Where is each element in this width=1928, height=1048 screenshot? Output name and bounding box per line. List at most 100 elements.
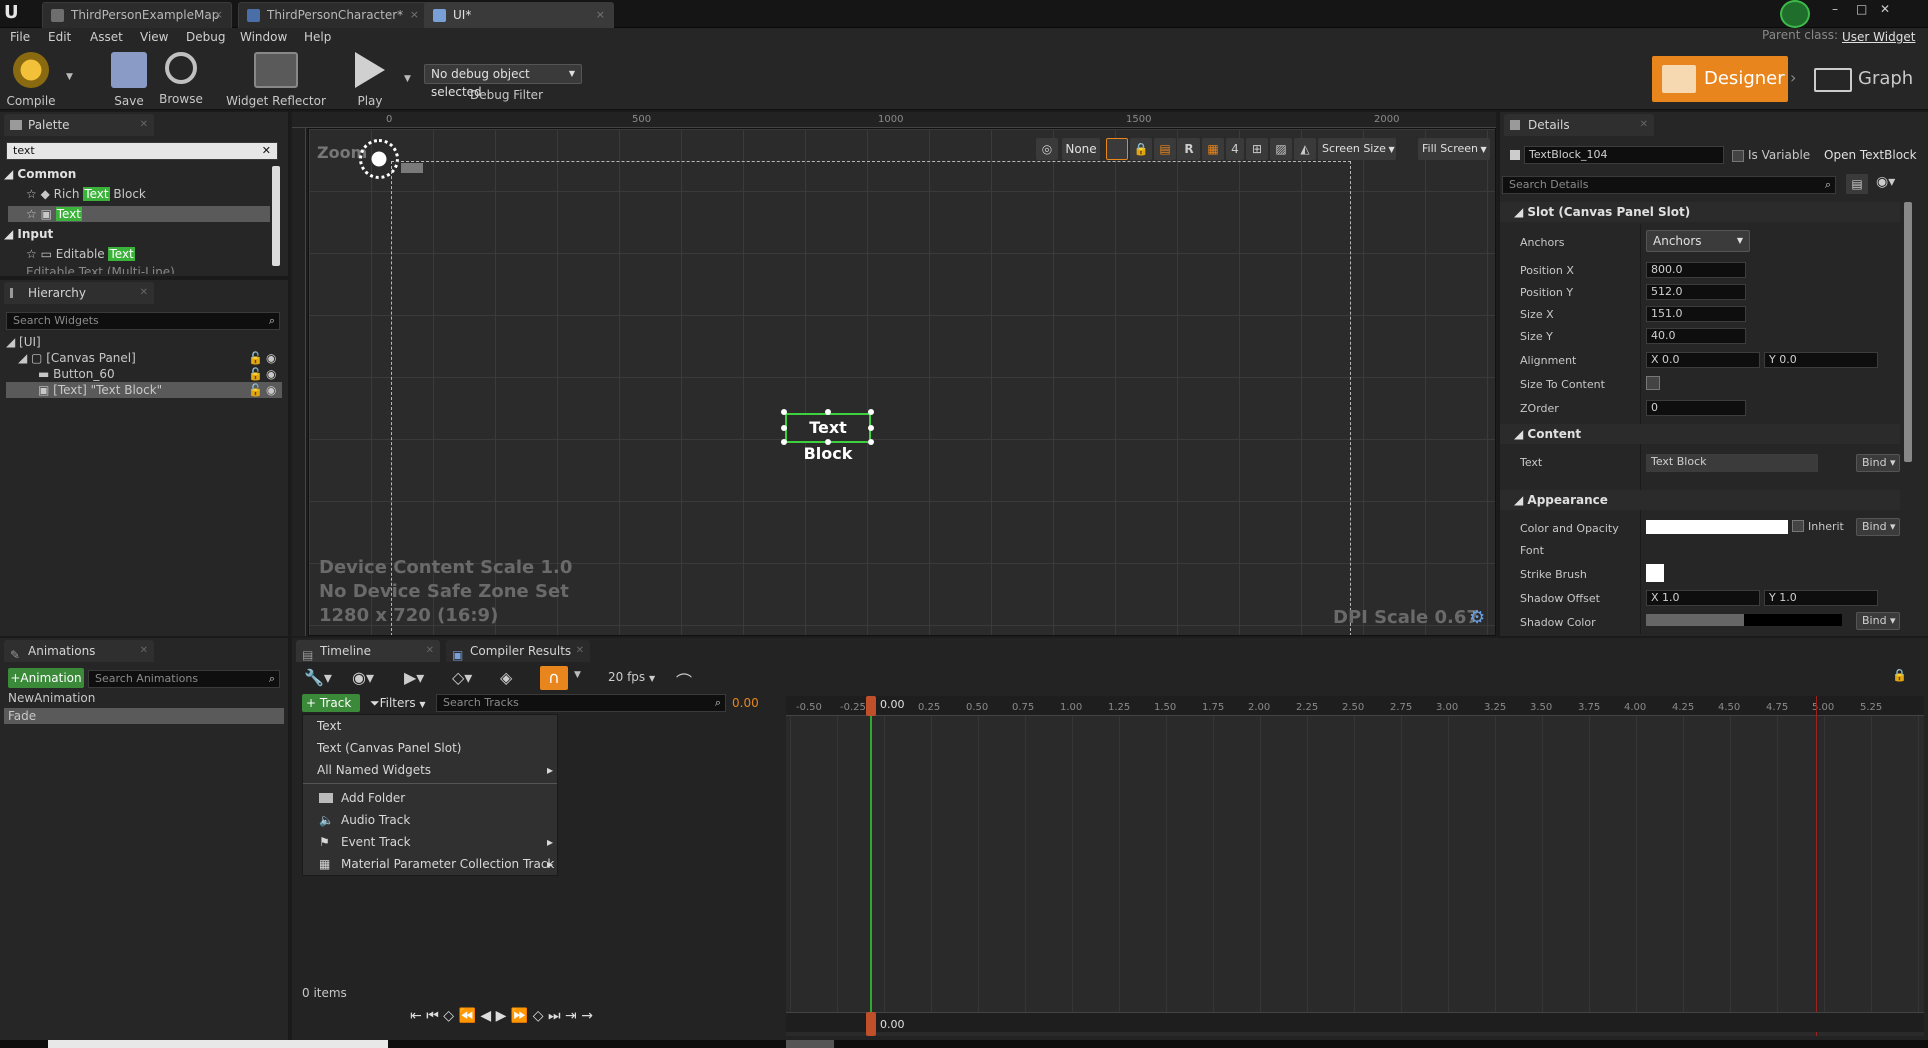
palette-item-text[interactable]: ☆ ▣ Text [8, 206, 270, 222]
lock-icon[interactable]: 🔓 [248, 382, 263, 398]
view-eye-icon[interactable]: ◉▾ [352, 668, 374, 687]
alignment-y-field[interactable]: Y 0.0 [1764, 352, 1878, 368]
strike-brush-swatch[interactable] [1646, 564, 1664, 582]
details-tab[interactable]: Details ✕ [1504, 114, 1654, 136]
close-icon[interactable]: ✕ [426, 640, 434, 662]
image-icon[interactable]: ▨ [1270, 138, 1292, 160]
clear-icon[interactable]: ✕ [262, 143, 271, 159]
zorder-field[interactable]: 0 [1646, 400, 1746, 416]
hierarchy-canvas-panel[interactable]: ◢ ▢ [Canvas Panel] 🔓 ◉ [18, 350, 278, 366]
fill-screen-dropdown[interactable]: Fill Screen ▼ [1418, 138, 1490, 160]
eye-icon[interactable]: ◉ [266, 350, 276, 366]
eye-icon[interactable]: ◉ [266, 382, 276, 398]
menu-file[interactable]: File [10, 30, 30, 44]
auto-key-icon[interactable]: ◈ [500, 668, 512, 687]
grid-size-button[interactable]: 4 [1226, 138, 1244, 160]
add-animation-button[interactable]: +Animation [8, 668, 84, 688]
close-icon[interactable]: ✕ [576, 640, 584, 662]
animations-search-input[interactable]: Search Animations ⌕ [88, 670, 280, 688]
shadow-offset-x-field[interactable]: X 1.0 [1646, 590, 1760, 606]
section-slot[interactable]: ◢ Slot (Canvas Panel Slot) [1500, 202, 1900, 222]
resize-handle[interactable] [825, 439, 831, 445]
loop-icon[interactable]: → [581, 1008, 593, 1024]
compile-button[interactable]: Compile [6, 52, 56, 108]
position-x-field[interactable]: 800.0 [1646, 262, 1746, 278]
play-reverse-icon[interactable]: ◀ [480, 1008, 491, 1024]
dpi-settings-gear-icon[interactable]: ⚙ [1469, 607, 1485, 628]
snap-magnet-button[interactable]: ∩ [540, 666, 568, 690]
grid-icon[interactable]: ▦ [1202, 138, 1224, 160]
playhead-marker[interactable] [866, 696, 876, 716]
step-back-frame-icon[interactable]: ⏪ [458, 1008, 475, 1024]
inherit-checkbox[interactable] [1792, 520, 1804, 532]
section-content[interactable]: ◢ Content [1500, 424, 1900, 444]
text-property-field[interactable]: Text Block [1646, 454, 1818, 472]
next-key-icon[interactable]: ◇ [533, 1008, 544, 1024]
close-icon[interactable]: × [410, 3, 419, 27]
color-bind-button[interactable]: Bind ▾ [1856, 518, 1900, 536]
menu-item-all-named-widgets[interactable]: All Named Widgets ▸ [303, 759, 559, 781]
scrollbar[interactable] [272, 166, 280, 266]
tab-thirdpersonexamplemap[interactable]: ThirdPersonExampleMap × [42, 2, 232, 28]
resize-handle[interactable] [868, 409, 874, 415]
palette-item-editable-text[interactable]: ☆ ▭ Editable Text [26, 246, 274, 262]
fit-icon[interactable]: ⊞ [1246, 138, 1268, 160]
compile-options-chevron-icon[interactable]: ▼ [66, 72, 73, 82]
snap-options-chevron-icon[interactable]: ▼ [574, 670, 581, 680]
view-options-icon[interactable]: ▤ [1846, 174, 1868, 194]
step-forward-frame-icon[interactable]: ⏩ [511, 1008, 528, 1024]
jump-start-icon[interactable]: ⇤ [410, 1008, 422, 1024]
animations-tab[interactable]: ✎ Animations ✕ [4, 640, 154, 662]
is-variable-checkbox[interactable] [1732, 150, 1744, 162]
hierarchy-tab[interactable]: Hierarchy ✕ [4, 282, 154, 304]
menu-item-audio-track[interactable]: 🔈 Audio Track [303, 809, 559, 831]
visibility-eye-icon[interactable]: ◉▾ [1876, 174, 1906, 194]
lock-icon[interactable]: 🔓 [248, 350, 263, 366]
palette-item-editable-text-multiline[interactable]: Editable Text (Multi-Line) [26, 264, 274, 274]
position-y-field[interactable]: 512.0 [1646, 284, 1746, 300]
play-options-chevron-icon[interactable]: ▼ [404, 74, 411, 84]
curve-editor-icon[interactable]: ⌒ [676, 668, 692, 692]
shadow-color-bind-button[interactable]: Bind ▾ [1856, 612, 1900, 630]
add-track-button[interactable]: + Track ▼ [302, 694, 360, 727]
browse-button[interactable]: Browse [156, 52, 206, 106]
shadow-offset-y-field[interactable]: Y 1.0 [1764, 590, 1878, 606]
maximize-button[interactable]: □ [1856, 2, 1870, 16]
parent-class-value[interactable]: User Widget [1842, 30, 1915, 44]
palette-category-input[interactable]: ◢ Input [4, 226, 274, 242]
close-icon[interactable]: ✕ [140, 114, 148, 136]
menu-edit[interactable]: Edit [48, 30, 71, 44]
track-search-input[interactable]: Search Tracks ⌕ [436, 694, 726, 712]
menu-help[interactable]: Help [304, 30, 331, 44]
palette-search-input[interactable]: text ✕ [6, 142, 278, 160]
palette-tab[interactable]: Palette ✕ [4, 114, 154, 136]
animation-item[interactable]: Fade [4, 708, 284, 724]
step-forward-icon[interactable]: ⏭ [548, 1008, 561, 1024]
menu-item-add-folder[interactable]: Add Folder [303, 787, 559, 809]
menu-item-canvas-slot[interactable]: Text (Canvas Panel Slot) [303, 737, 559, 759]
playback-icon[interactable]: ▶▾ [404, 668, 424, 687]
timeline-scrollbar[interactable] [786, 1040, 834, 1048]
timeline-tab[interactable]: ▤ Timeline ✕ [296, 640, 440, 662]
jump-end-icon[interactable]: ⇥ [565, 1008, 577, 1024]
palette-item-rich-text-block[interactable]: ☆ ◆ Rich Text Block [26, 186, 274, 202]
hierarchy-root[interactable]: ◢ [UI] [6, 334, 276, 350]
play-icon[interactable]: ▶ [496, 1008, 507, 1024]
anchors-dropdown[interactable]: Anchors ▼ [1646, 230, 1750, 252]
shadow-color-swatch[interactable] [1646, 614, 1842, 626]
lock-icon[interactable]: 🔓 [248, 366, 263, 382]
r-button[interactable]: R [1178, 138, 1200, 160]
menu-debug[interactable]: Debug [186, 30, 225, 44]
close-icon[interactable]: ✕ [1640, 114, 1648, 136]
alignment-x-field[interactable]: X 0.0 [1646, 352, 1760, 368]
resize-handle[interactable] [781, 439, 787, 445]
text-bind-button[interactable]: Bind ▾ [1856, 454, 1900, 472]
screen-size-dropdown[interactable]: Screen Size ▼ [1318, 138, 1396, 160]
unreal-logo-icon[interactable]: U [4, 3, 24, 23]
menu-item-text[interactable]: Text [303, 715, 559, 737]
mirror-icon[interactable]: ◭ [1294, 138, 1316, 160]
save-button[interactable]: Save [106, 52, 152, 108]
designer-canvas[interactable]: Zoom Text Block Device Content Scale 1.0… [308, 128, 1496, 636]
debug-object-select[interactable]: No debug object selected ▼ [424, 64, 582, 99]
prev-key-icon[interactable]: ◇ [443, 1008, 454, 1024]
